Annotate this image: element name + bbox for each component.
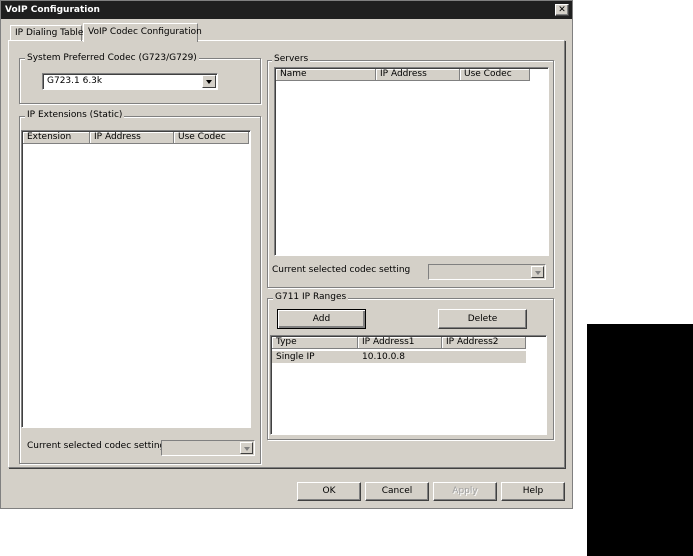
g711-label: G711 IP Ranges — [273, 292, 349, 303]
preferred-codec-select[interactable]: G723.1 6.3k — [42, 73, 218, 90]
column-header-ip-address2[interactable]: IP Address2 — [442, 337, 526, 349]
close-icon: ✕ — [558, 5, 566, 15]
tab-ip-dialing-table[interactable]: IP Dialing Table — [10, 25, 84, 41]
apply-button[interactable]: Apply — [433, 482, 497, 501]
preferred-codec-value: G723.1 6.3k — [47, 76, 103, 86]
servers-codec-select — [428, 264, 546, 280]
column-header-name[interactable]: Name — [276, 69, 376, 81]
tab-label: IP Dialing Table — [15, 28, 84, 38]
ip-extensions-list[interactable]: Extension IP Address Use Codec — [21, 130, 251, 428]
servers-list[interactable]: Name IP Address Use Codec — [274, 67, 549, 256]
servers-label: Servers — [272, 54, 311, 65]
column-header-ip-address[interactable]: IP Address — [376, 69, 460, 81]
cancel-button[interactable]: Cancel — [365, 482, 429, 501]
chevron-down-icon[interactable] — [202, 75, 216, 88]
side-panel — [587, 324, 693, 556]
column-header-use-codec[interactable]: Use Codec — [174, 132, 249, 144]
table-row[interactable]: Single IP 10.10.0.8 — [272, 351, 526, 363]
cell-ip-address1: 10.10.0.8 — [362, 352, 405, 362]
chevron-down-icon — [240, 442, 253, 454]
g711-list[interactable]: Type IP Address1 IP Address2 Single IP 1… — [270, 335, 547, 435]
delete-button[interactable]: Delete — [438, 309, 527, 329]
chevron-down-icon — [531, 266, 544, 278]
ok-button[interactable]: OK — [297, 482, 361, 501]
add-button[interactable]: Add — [277, 309, 366, 329]
ip-extensions-label: IP Extensions (Static) — [25, 110, 125, 121]
tab-voip-codec-configuration[interactable]: VoIP Codec Configuration — [83, 23, 202, 42]
servers-codec-setting-label: Current selected codec setting — [272, 265, 411, 275]
column-header-ip-address1[interactable]: IP Address1 — [358, 337, 442, 349]
help-button[interactable]: Help — [501, 482, 565, 501]
column-header-extension[interactable]: Extension — [23, 132, 90, 144]
column-header-use-codec[interactable]: Use Codec — [460, 69, 530, 81]
tab-label: VoIP Codec Configuration — [88, 27, 202, 37]
window-title: VoIP Configuration — [5, 5, 100, 15]
cell-type: Single IP — [276, 352, 315, 362]
ip-extensions-codec-setting-label: Current selected codec setting — [27, 441, 166, 451]
column-header-ip-address[interactable]: IP Address — [90, 132, 174, 144]
column-header-type[interactable]: Type — [272, 337, 358, 349]
close-button[interactable]: ✕ — [555, 4, 569, 16]
ip-extensions-codec-select — [161, 440, 255, 456]
preferred-codec-label: System Preferred Codec (G723/G729) — [25, 53, 199, 64]
